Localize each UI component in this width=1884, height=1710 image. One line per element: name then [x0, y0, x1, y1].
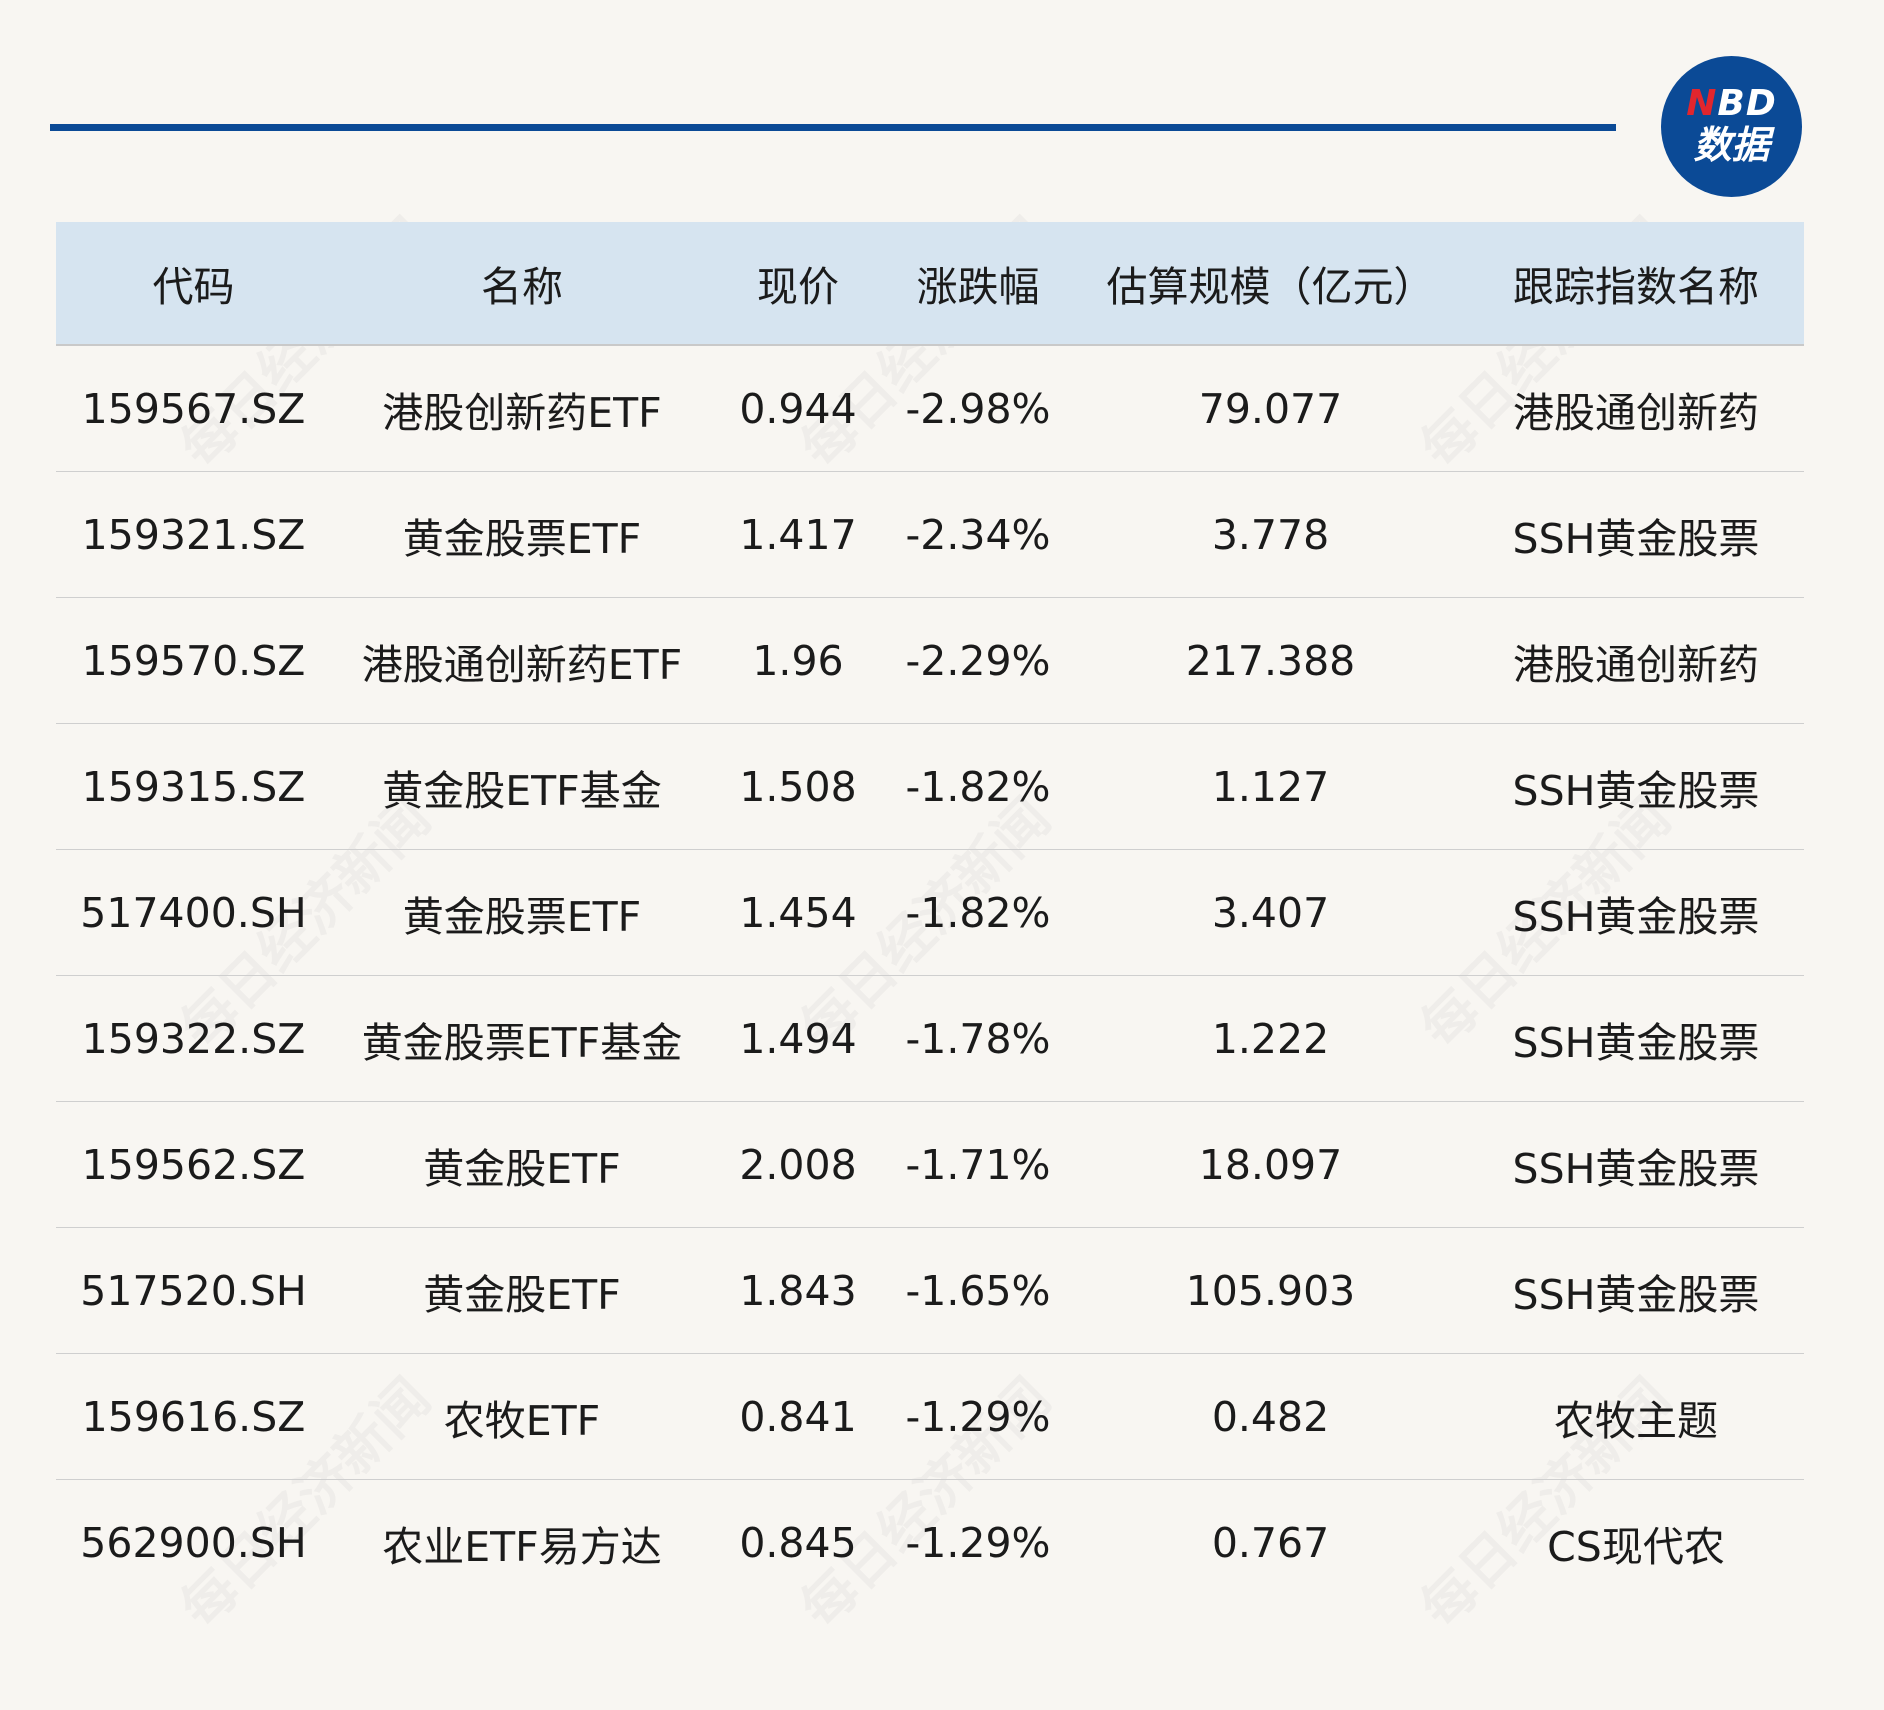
cell-change: -2.98% [905, 384, 1051, 433]
table-row: 159315.SZ 黄金股ETF基金 1.508 -1.82% 1.127 SS… [56, 724, 1804, 850]
cell-scale: 217.388 [1185, 636, 1356, 685]
header-name: 名称 [481, 263, 563, 311]
header-index: 跟踪指数名称 [1513, 263, 1759, 311]
cell-change: -1.29% [905, 1519, 1051, 1567]
cell-code: 159567.SZ [81, 384, 306, 433]
header-code: 代码 [152, 263, 235, 311]
cell-index: 农牧主题 [1554, 1396, 1718, 1445]
cell-scale: 1.222 [1211, 1014, 1330, 1063]
cell-change: -1.65% [905, 1266, 1051, 1315]
table-row: 159562.SZ 黄金股ETF 2.008 -1.71% 18.097 SSH… [56, 1102, 1804, 1228]
etf-table: 代码 名称 现价 涨跌幅 估算规模（亿元） 跟踪指数名称 159567.SZ 港… [56, 222, 1804, 1606]
cell-change: -1.78% [905, 1014, 1051, 1063]
table-row: 159567.SZ 港股创新药ETF 0.944 -2.98% 79.077 港… [56, 346, 1804, 472]
cell-scale: 3.407 [1211, 888, 1330, 937]
cell-name: 黄金股ETF [423, 1144, 621, 1193]
cell-price: 0.944 [739, 384, 857, 433]
cell-scale: 0.767 [1211, 1519, 1330, 1567]
cell-scale: 79.077 [1198, 384, 1343, 433]
cell-index: SSH黄金股票 [1512, 514, 1760, 563]
cell-scale: 105.903 [1185, 1266, 1356, 1315]
cell-code: 159322.SZ [81, 1014, 306, 1063]
table-row: 159322.SZ 黄金股票ETF基金 1.494 -1.78% 1.222 S… [56, 976, 1804, 1102]
cell-index: 港股通创新药 [1513, 388, 1759, 437]
cell-code: 159570.SZ [81, 636, 306, 685]
cell-scale: 3.778 [1211, 510, 1330, 559]
cell-index: CS现代农 [1547, 1523, 1725, 1571]
cell-code: 562900.SH [80, 1519, 307, 1567]
table-header: 代码 名称 现价 涨跌幅 估算规模（亿元） 跟踪指数名称 [56, 222, 1804, 346]
cell-price: 1.454 [739, 888, 857, 937]
cell-index: SSH黄金股票 [1512, 1144, 1760, 1193]
cell-name: 黄金股票ETF [402, 514, 642, 563]
table-row: 159570.SZ 港股通创新药ETF 1.96 -2.29% 217.388 … [56, 598, 1804, 724]
cell-price: 1.494 [739, 1014, 857, 1063]
cell-code: 159315.SZ [81, 762, 306, 811]
cell-name: 港股创新药ETF [382, 388, 662, 437]
cell-change: -1.82% [905, 762, 1051, 811]
nbd-data-logo: NBD 数据 [1661, 56, 1802, 197]
cell-index: SSH黄金股票 [1512, 892, 1760, 941]
cell-code: 159616.SZ [81, 1392, 306, 1441]
table-row: 159321.SZ 黄金股票ETF 1.417 -2.34% 3.778 SSH… [56, 472, 1804, 598]
cell-index: SSH黄金股票 [1512, 766, 1760, 815]
cell-name: 农业ETF易方达 [382, 1523, 662, 1571]
cell-price: 1.843 [739, 1266, 857, 1315]
table-row: 517400.SH 黄金股票ETF 1.454 -1.82% 3.407 SSH… [56, 850, 1804, 976]
table-row: 562900.SH 农业ETF易方达 0.845 -1.29% 0.767 CS… [56, 1480, 1804, 1606]
cell-price: 2.008 [739, 1140, 857, 1189]
cell-code: 159321.SZ [81, 510, 306, 559]
cell-index: 港股通创新药 [1513, 640, 1759, 689]
cell-change: -2.29% [905, 636, 1051, 685]
header-price: 现价 [757, 263, 839, 311]
cell-scale: 18.097 [1198, 1140, 1343, 1189]
cell-price: 0.841 [739, 1392, 857, 1441]
cell-scale: 1.127 [1211, 762, 1330, 811]
cell-code: 159562.SZ [81, 1140, 306, 1189]
cell-price: 0.845 [739, 1519, 857, 1567]
cell-change: -1.82% [905, 888, 1051, 937]
cell-price: 1.96 [752, 636, 844, 685]
cell-price: 1.508 [739, 762, 857, 811]
top-divider [50, 124, 1616, 131]
cell-code: 517400.SH [80, 888, 307, 937]
cell-name: 黄金股票ETF [402, 892, 642, 941]
table-row: 159616.SZ 农牧ETF 0.841 -1.29% 0.482 农牧主题 [56, 1354, 1804, 1480]
cell-index: SSH黄金股票 [1512, 1270, 1760, 1319]
cell-change: -1.71% [905, 1140, 1051, 1189]
cell-code: 517520.SH [80, 1266, 307, 1315]
cell-change: -2.34% [905, 510, 1051, 559]
cell-index: SSH黄金股票 [1512, 1018, 1760, 1067]
cell-scale: 0.482 [1211, 1392, 1330, 1441]
cell-name: 黄金股ETF基金 [382, 766, 662, 815]
cell-name: 农牧ETF [443, 1396, 601, 1445]
header-scale: 估算规模（亿元） [1106, 263, 1435, 311]
cell-change: -1.29% [905, 1392, 1051, 1441]
table-row: 517520.SH 黄金股ETF 1.843 -1.65% 105.903 SS… [56, 1228, 1804, 1354]
cell-name: 黄金股ETF [423, 1270, 621, 1319]
header-change: 涨跌幅 [916, 263, 1040, 311]
cell-price: 1.417 [739, 510, 857, 559]
cell-name: 港股通创新药ETF [361, 640, 683, 689]
cell-name: 黄金股票ETF基金 [361, 1018, 683, 1067]
